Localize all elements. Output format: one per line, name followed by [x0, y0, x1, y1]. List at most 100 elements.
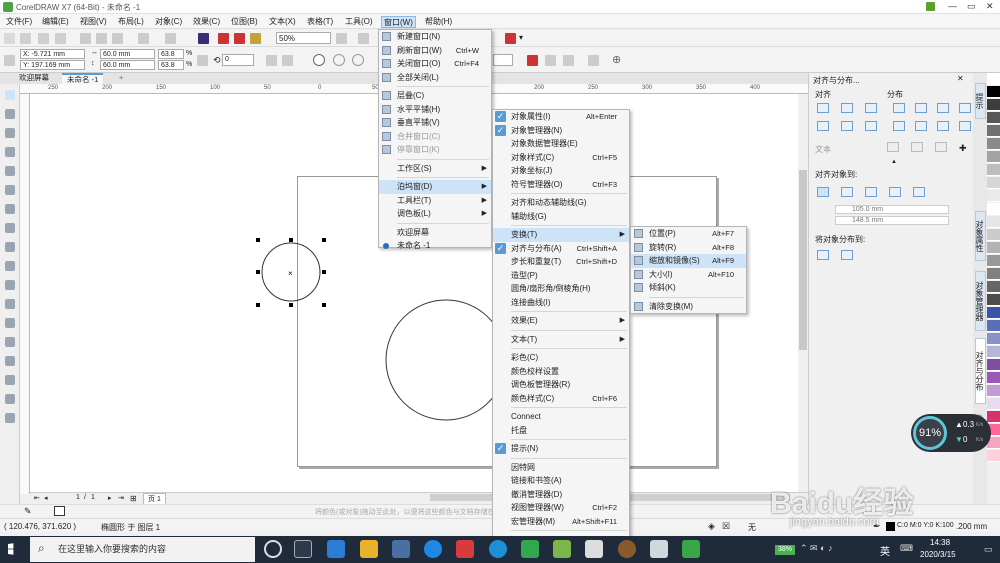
docker-menu-item[interactable]: 颜色校样设置 [493, 365, 629, 379]
palette-swatch[interactable] [987, 229, 1000, 241]
rulers-icon[interactable] [358, 33, 369, 44]
menu-item-3[interactable]: 布局(L) [116, 16, 146, 28]
tab-object-properties[interactable]: 对象属性 [975, 211, 986, 261]
ellipse-shape[interactable] [384, 298, 494, 422]
windows-start-icon[interactable] [8, 543, 14, 555]
mirror-horizontal-icon[interactable] [266, 55, 277, 66]
window-menu-item[interactable]: 层叠(C) [379, 89, 491, 103]
docker-menu-item[interactable]: 撤消管理器(D) [493, 488, 629, 502]
palette-swatch[interactable] [987, 307, 1000, 319]
crop-tool-icon[interactable] [5, 128, 15, 138]
scale-y-field[interactable]: 63.8 [158, 60, 184, 70]
distribute-vspacing-icon[interactable] [937, 121, 949, 131]
palette-swatch[interactable] [987, 411, 1000, 423]
photos-icon[interactable] [650, 540, 668, 558]
palette-swatch[interactable] [987, 333, 1000, 345]
chevron-down-icon[interactable]: ▾ [519, 33, 523, 42]
pick-tool-icon[interactable] [5, 90, 15, 100]
docker-menu-item[interactable]: 对齐与分布(A) ✓ Ctrl+Shift+A [493, 242, 629, 256]
menu-item-1[interactable]: 编辑(E) [40, 16, 71, 28]
docker-menu-item[interactable]: 辅助线(G) [493, 210, 629, 224]
width-field[interactable]: 60.0 mm [100, 49, 155, 59]
prev-page-icon[interactable]: ◂ [44, 494, 48, 502]
paste-icon[interactable] [112, 33, 123, 44]
selected-ellipse[interactable]: × [250, 232, 340, 317]
transparency-icon[interactable] [5, 337, 15, 347]
window-menu-item[interactable]: 刷新窗口(W) Ctrl+W [379, 44, 491, 58]
add-tool-icon[interactable] [5, 413, 15, 423]
shape-tool-icon[interactable] [5, 109, 15, 119]
window-menu-item[interactable]: 垂直平铺(V) [379, 116, 491, 130]
menu-item-4[interactable]: 对象(C) [153, 16, 184, 28]
zoom-level-select[interactable]: 50% [276, 32, 331, 44]
pin-icon[interactable]: ✚ [959, 143, 967, 154]
align-to-page-edge-icon[interactable] [841, 187, 853, 197]
distribute-spacing-icon[interactable] [937, 103, 949, 113]
docker-menu-item[interactable]: 托盘 [493, 424, 629, 438]
arc-type-icon[interactable] [352, 54, 364, 66]
docker-menu-item[interactable]: 调色板管理器(R) [493, 378, 629, 392]
outline-width-select[interactable] [493, 54, 513, 66]
align-to-point-icon[interactable] [913, 187, 925, 197]
palette-swatch[interactable] [987, 203, 1000, 215]
keyboard-icon[interactable]: ⌨ [900, 543, 913, 554]
freehand-tool-icon[interactable] [5, 166, 15, 176]
docker-menu-item[interactable]: 链接和书签(A) [493, 474, 629, 488]
text-wrap-icon[interactable] [527, 55, 538, 66]
palette-swatch[interactable] [987, 242, 1000, 254]
transform-menu-item[interactable]: 倾斜(K) [631, 281, 746, 295]
docker-menu-item[interactable]: 文本(T) ▶ [493, 333, 629, 347]
docker-menu-item[interactable]: 宏管理器(M) Alt+Shift+F11 [493, 515, 629, 529]
connector-tool-icon[interactable] [5, 299, 15, 309]
tab-align-distribute[interactable]: 对齐与分布 [975, 338, 986, 404]
menu-item-10[interactable]: 窗口(W) [381, 16, 416, 28]
palette-swatch[interactable] [987, 190, 1000, 202]
align-to-page-center-icon[interactable] [865, 187, 877, 197]
menu-item-2[interactable]: 视图(V) [78, 16, 109, 28]
transform-menu-item[interactable]: 缩放和镜像(S) Alt+F9 [631, 254, 746, 268]
tray-icons[interactable]: ⌃ ✉ ◐ ♪ [800, 543, 833, 554]
store-icon[interactable] [392, 540, 410, 558]
align-right-icon[interactable] [865, 103, 877, 113]
menu-item-0[interactable]: 文件(F) [4, 16, 34, 28]
menu-item-8[interactable]: 表格(T) [305, 16, 335, 28]
new-document-icon[interactable] [4, 33, 15, 44]
add-page-icon[interactable]: ⊞ [130, 494, 137, 503]
rotation-angle-field[interactable]: 0 [222, 54, 254, 66]
align-center-h-icon[interactable] [841, 103, 853, 113]
palette-swatch[interactable] [987, 86, 1000, 98]
distribute-bottom-icon[interactable] [959, 121, 971, 131]
ime-indicator[interactable]: 英 [880, 543, 890, 558]
menu-item-5[interactable]: 效果(C) [191, 16, 222, 28]
window-menu-item[interactable]: 泊坞窗(D) ▶ [379, 180, 491, 194]
to-back-icon[interactable] [563, 55, 574, 66]
redo-icon[interactable] [165, 33, 176, 44]
new-tab-button[interactable]: + [114, 73, 128, 84]
docker-menu-item[interactable]: 效果(E) ▶ [493, 314, 629, 328]
save-icon[interactable] [38, 33, 49, 44]
collapse-icon[interactable]: ▲ [891, 159, 897, 165]
align-bottom-icon[interactable] [865, 121, 877, 131]
to-front-icon[interactable] [545, 55, 556, 66]
vertical-ruler[interactable] [20, 94, 30, 494]
polygon-tool-icon[interactable] [5, 242, 15, 252]
print-icon[interactable] [55, 33, 66, 44]
docker-menu-item[interactable]: 对齐和动态辅助线(G) [493, 196, 629, 210]
import-icon[interactable] [218, 33, 229, 44]
distribute-top-icon[interactable] [893, 121, 905, 131]
window-menu-item[interactable]: 欢迎屏幕 [379, 226, 491, 240]
taskbar-search-input[interactable]: 在这里输入你要搜索的内容 [30, 537, 255, 562]
window-menu-item[interactable]: 关闭窗口(O) Ctrl+F4 [379, 57, 491, 71]
tab-hints[interactable]: 提示 [975, 83, 986, 119]
palette-swatch[interactable] [987, 372, 1000, 384]
tab-untitled[interactable]: 未命名 -1 [62, 73, 104, 84]
docker-menu-item[interactable]: 圆角/扇形角/倒棱角(H) [493, 282, 629, 296]
docker-menu-item[interactable]: 提示(N) ✓ [493, 442, 629, 456]
align-to-active-objects-icon[interactable] [817, 187, 829, 197]
window-menu-item[interactable]: 调色板(L) ▶ [379, 207, 491, 221]
maximize-button[interactable]: ▭ [967, 1, 976, 12]
convert-curves-icon[interactable] [588, 55, 599, 66]
battery-indicator[interactable]: 38% [775, 545, 795, 555]
export-icon[interactable] [234, 33, 245, 44]
docker-menu-item[interactable]: 对象属性(I) ✓ Alt+Enter [493, 110, 629, 124]
